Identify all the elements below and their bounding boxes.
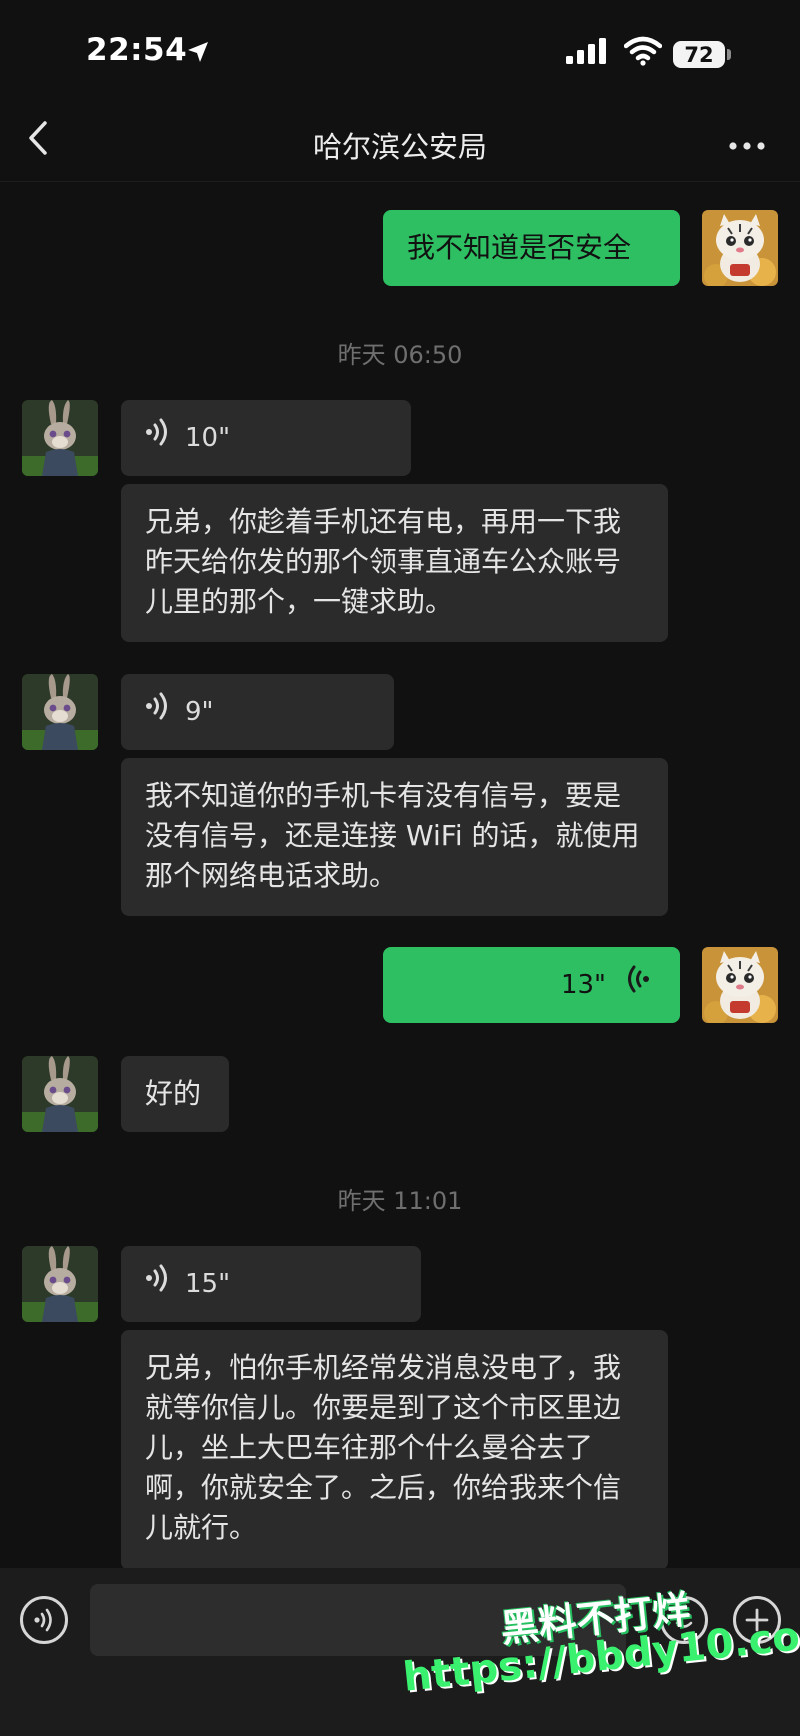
voice-wave-icon [145, 1263, 171, 1305]
header-divider [0, 181, 800, 182]
message-text: 兄弟，你趁着手机还有电，再用一下我昨天给你发的那个领事直通车公众账号儿里的那个，… [145, 505, 622, 618]
contact-avatar[interactable] [22, 1056, 98, 1132]
battery-indicator: 72 [673, 41, 725, 68]
contact-avatar[interactable] [22, 1246, 98, 1322]
incoming-voice-bubble[interactable]: 10" [121, 400, 411, 476]
voice-wave-icon [624, 964, 650, 1006]
status-time: 22:54 [86, 32, 188, 68]
battery-nub [727, 49, 731, 60]
incoming-voice-bubble[interactable]: 15" [121, 1246, 421, 1322]
voice-duration: 10" [185, 423, 231, 453]
more-options-icon[interactable] [728, 136, 766, 155]
incoming-text-bubble[interactable]: 我不知道你的手机卡有没有信号，要是没有信号，还是连接 WiFi 的话，就使用那个… [121, 758, 668, 916]
incoming-text-bubble[interactable]: 好的 [121, 1056, 229, 1132]
my-avatar[interactable] [702, 947, 778, 1023]
voice-input-button[interactable] [20, 1596, 68, 1644]
timestamp: 昨天 06:50 [337, 341, 463, 369]
incoming-text-bubble[interactable]: 兄弟，你趁着手机还有电，再用一下我昨天给你发的那个领事直通车公众账号儿里的那个，… [121, 484, 668, 642]
incoming-text-bubble[interactable]: 兄弟，怕你手机经常发消息没电了，我就等你信儿。你要是到了这个市区里边儿，坐上大巴… [121, 1330, 668, 1570]
outgoing-voice-bubble[interactable]: 13" [383, 947, 680, 1023]
wifi-icon [623, 36, 663, 70]
chat-title: 哈尔滨公安局 [312, 130, 487, 164]
message-text: 好的 [145, 1077, 202, 1110]
voice-duration: 13" [560, 970, 606, 1000]
timestamp: 昨天 11:01 [337, 1187, 463, 1215]
my-avatar[interactable] [702, 210, 778, 286]
voice-duration: 15" [185, 1269, 231, 1299]
contact-avatar[interactable] [22, 400, 98, 476]
message-text: 我不知道是否安全 [407, 231, 632, 264]
message-text: 我不知道你的手机卡有没有信号，要是没有信号，还是连接 WiFi 的话，就使用那个… [145, 779, 640, 892]
voice-wave-icon [145, 417, 171, 459]
voice-wave-icon [145, 691, 171, 733]
location-arrow-icon [186, 40, 210, 68]
incoming-voice-bubble[interactable]: 9" [121, 674, 394, 750]
message-text: 兄弟，怕你手机经常发消息没电了，我就等你信儿。你要是到了这个市区里边儿，坐上大巴… [145, 1351, 622, 1544]
contact-avatar[interactable] [22, 674, 98, 750]
voice-duration: 9" [185, 697, 214, 727]
cellular-signal-icon [566, 38, 610, 68]
outgoing-text-bubble[interactable]: 我不知道是否安全 [383, 210, 680, 286]
